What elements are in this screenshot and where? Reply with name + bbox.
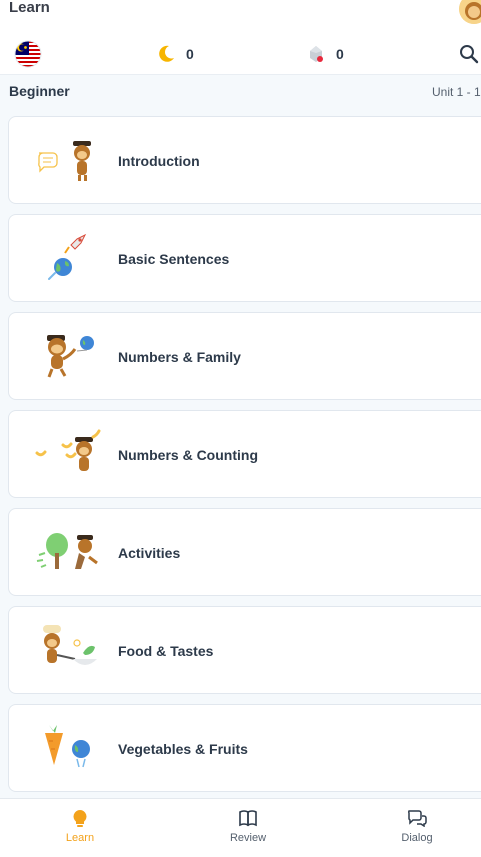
nav-dialog[interactable]: Dialog [357, 799, 477, 857]
search-icon [460, 45, 479, 64]
section-header: Beginner Unit 1 - 1 [0, 75, 481, 109]
lesson-card-basic-sentences[interactable]: Basic Sentences [8, 214, 481, 302]
book-icon [239, 810, 257, 827]
gems-counter[interactable]: 0 [306, 43, 344, 65]
lesson-card-vegetables-fruits[interactable]: Vegetables & Fruits [8, 704, 481, 792]
streak-counter[interactable]: 0 [156, 43, 194, 65]
lesson-card-food-tastes[interactable]: Food & Tastes [8, 606, 481, 694]
monkey-bananas-icon [35, 429, 101, 471]
lesson-title: Basic Sentences [118, 251, 230, 267]
monkey-speech-icon [38, 141, 91, 181]
gems-count: 0 [336, 46, 344, 62]
page-title: Learn [9, 0, 50, 16]
lesson-title: Food & Tastes [118, 643, 214, 659]
section-title: Beginner [9, 83, 70, 99]
lesson-list-area: Beginner Unit 1 - 1 Introduction Basic S… [0, 75, 481, 798]
lesson-card-introduction[interactable]: Introduction [8, 116, 481, 204]
lesson-card-numbers-family[interactable]: Numbers & Family [8, 312, 481, 400]
bottom-nav: Learn Review Dialog [0, 798, 481, 857]
monkey-running-icon [36, 533, 98, 569]
monkey-balloon-icon [47, 335, 94, 378]
lesson-title: Activities [118, 545, 181, 561]
top-bar: Learn 0 0 [0, 0, 481, 75]
nav-review[interactable]: Review [188, 799, 308, 857]
gem-icon [310, 46, 323, 62]
language-flag-button[interactable] [14, 40, 42, 68]
monkey-chef-icon [43, 625, 97, 665]
nav-label: Learn [65, 832, 95, 844]
rocket-globe-icon [48, 233, 87, 280]
lesson-title: Introduction [118, 153, 200, 169]
chat-bubbles-icon [407, 810, 427, 827]
nav-label: Review [229, 832, 267, 844]
lesson-card-numbers-counting[interactable]: Numbers & Counting [8, 410, 481, 498]
nav-label: Dialog [401, 832, 433, 844]
unit-range: Unit 1 - 1 [432, 85, 481, 99]
carrot-icon [45, 725, 90, 768]
avatar[interactable] [459, 0, 481, 24]
lesson-card-activities[interactable]: Activities [8, 508, 481, 596]
moon-icon [159, 45, 174, 62]
lesson-title: Numbers & Family [118, 349, 241, 365]
lesson-title: Vegetables & Fruits [118, 741, 248, 757]
nav-learn[interactable]: Learn [20, 799, 140, 857]
lesson-title: Numbers & Counting [118, 447, 258, 463]
streak-count: 0 [186, 46, 194, 62]
search-button[interactable] [459, 44, 479, 64]
malaysia-flag-icon [14, 40, 42, 68]
lightbulb-icon [73, 810, 87, 827]
